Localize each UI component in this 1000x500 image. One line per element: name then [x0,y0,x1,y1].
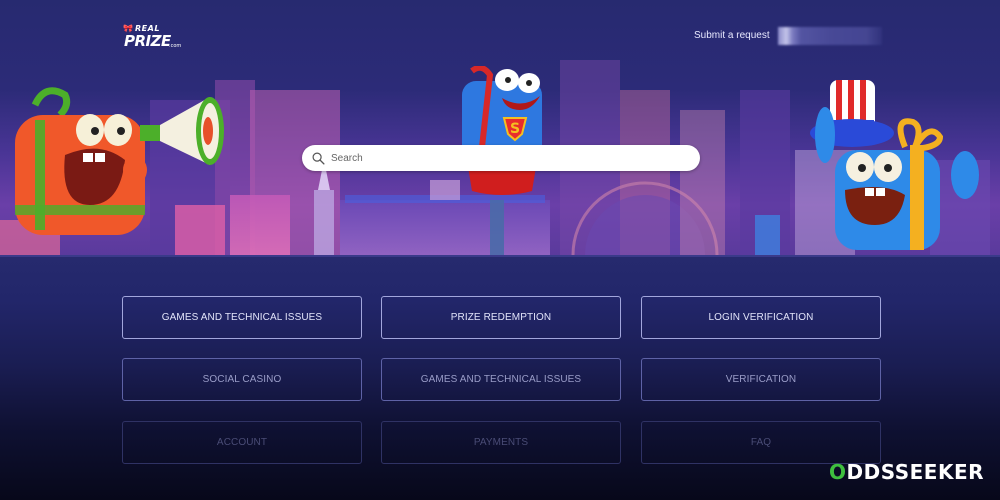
category-label: ACCOUNT [216,437,268,448]
watermark-text: DDSSEEKER [846,460,985,484]
category-social-casino[interactable]: SOCIAL CASINO [122,358,362,401]
category-account[interactable]: ACCOUNT [122,421,362,464]
category-label: FAQ [750,437,772,448]
category-label: VERIFICATION [725,374,797,385]
category-label: PAYMENTS [473,437,529,448]
category-faq[interactable]: FAQ [641,421,881,464]
superhero-mascot-illustration: S [462,66,542,195]
category-label: LOGIN VERIFICATION [708,312,814,323]
search-icon [312,152,325,165]
logo-text-main: PRIZE [124,32,171,50]
category-label: GAMES AND TECHNICAL ISSUES [161,312,323,323]
search-input[interactable] [331,152,671,164]
oddsseeker-watermark: O DDSSEEKER [829,460,984,484]
watermark-accent-letter: O [829,460,847,484]
logo-text-suffix: .com [169,43,182,49]
category-label: GAMES AND TECHNICAL ISSUES [420,374,582,385]
realprize-logo[interactable]: 🎀 REAL PRIZE .com [121,24,181,50]
hero-banner: S 🎀 REAL PRIZE .com Submit a request [0,0,1000,256]
category-games-technical-issues-2[interactable]: GAMES AND TECHNICAL ISSUES [381,358,621,401]
svg-text:S: S [510,121,520,137]
submit-request-link[interactable]: Submit a request [694,30,770,41]
category-verification[interactable]: VERIFICATION [641,358,881,401]
category-payments[interactable]: PAYMENTS [381,421,621,464]
category-games-technical-issues[interactable]: GAMES AND TECHNICAL ISSUES [122,296,362,339]
user-menu-redacted[interactable] [778,27,882,45]
category-label: SOCIAL CASINO [202,374,282,385]
category-label: PRIZE REDEMPTION [450,312,552,323]
uncle-sam-mascot-illustration [810,80,979,250]
category-login-verification[interactable]: LOGIN VERIFICATION [641,296,881,339]
search-bar[interactable] [302,145,700,171]
category-prize-redemption[interactable]: PRIZE REDEMPTION [381,296,621,339]
orange-mascot-megaphone-illustration [15,87,224,235]
